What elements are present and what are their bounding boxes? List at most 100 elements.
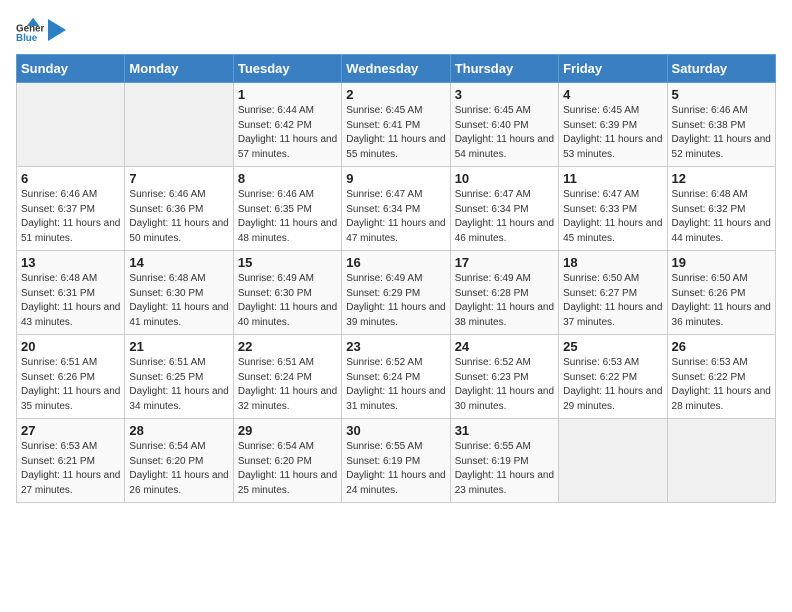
day-number: 21 <box>129 339 228 354</box>
day-number: 29 <box>238 423 337 438</box>
day-info: Sunrise: 6:52 AM Sunset: 6:23 PM Dayligh… <box>455 356 554 414</box>
logo-icon: General Blue <box>16 16 44 44</box>
day-info: Sunrise: 6:54 AM Sunset: 6:20 PM Dayligh… <box>238 440 337 498</box>
day-info: Sunrise: 6:55 AM Sunset: 6:19 PM Dayligh… <box>455 440 554 498</box>
calendar-cell: 3Sunrise: 6:45 AM Sunset: 6:40 PM Daylig… <box>450 83 558 167</box>
logo-text-wrapper <box>48 19 66 41</box>
day-info: Sunrise: 6:48 AM Sunset: 6:32 PM Dayligh… <box>672 188 771 246</box>
day-info: Sunrise: 6:48 AM Sunset: 6:31 PM Dayligh… <box>21 272 120 330</box>
calendar-cell: 23Sunrise: 6:52 AM Sunset: 6:24 PM Dayli… <box>342 335 450 419</box>
calendar-cell: 9 Sunrise: 6:47 AM Sunset: 6:34 PM Daylig… <box>342 167 450 251</box>
day-number: 14 <box>129 255 228 270</box>
day-number: 25 <box>563 339 662 354</box>
day-info: Sunrise: 6:49 AM Sunset: 6:29 PM Dayligh… <box>346 272 445 330</box>
calendar-cell <box>667 419 775 503</box>
calendar-cell <box>125 83 233 167</box>
calendar-cell: 22 Sunrise: 6:51 AM Sunset: 6:24 PM Dayli… <box>233 335 341 419</box>
weekday-header-monday: Monday <box>125 55 233 83</box>
calendar-cell: 6 Sunrise: 6:46 AM Sunset: 6:37 PM Daylig… <box>17 167 125 251</box>
day-number: 18 <box>563 255 662 270</box>
day-info: Sunrise: 6:49 AM Sunset: 6:30 PM Dayligh… <box>238 272 337 330</box>
day-number: 1 <box>238 87 337 102</box>
calendar-cell: 20 Sunrise: 6:51 AM Sunset: 6:26 PM Dayli… <box>17 335 125 419</box>
day-info: Sunrise: 6:50 AM Sunset: 6:27 PM Dayligh… <box>563 272 662 330</box>
calendar-cell: 19 Sunrise: 6:50 AM Sunset: 6:26 PM Dayli… <box>667 251 775 335</box>
day-number: 2 <box>346 87 445 102</box>
day-info: Sunrise: 6:44 AM Sunset: 6:42 PM Dayligh… <box>238 104 337 162</box>
day-info: Sunrise: 6:55 AM Sunset: 6:19 PM Dayligh… <box>346 440 445 498</box>
day-info: Sunrise: 6:45 AM Sunset: 6:40 PM Dayligh… <box>455 104 554 162</box>
week-row-1: 1 Sunrise: 6:44 AM Sunset: 6:42 PM Daylig… <box>17 83 776 167</box>
day-info: Sunrise: 6:49 AM Sunset: 6:28 PM Dayligh… <box>455 272 554 330</box>
calendar-cell: 24 Sunrise: 6:52 AM Sunset: 6:23 PM Dayli… <box>450 335 558 419</box>
calendar-cell: 29 Sunrise: 6:54 AM Sunset: 6:20 PM Dayli… <box>233 419 341 503</box>
weekday-header-friday: Friday <box>559 55 667 83</box>
day-info: Sunrise: 6:46 AM Sunset: 6:37 PM Dayligh… <box>21 188 120 246</box>
calendar-cell: 14 Sunrise: 6:48 AM Sunset: 6:30 PM Dayli… <box>125 251 233 335</box>
calendar-cell: 21 Sunrise: 6:51 AM Sunset: 6:25 PM Dayli… <box>125 335 233 419</box>
day-number: 28 <box>129 423 228 438</box>
day-number: 23 <box>346 339 445 354</box>
day-number: 27 <box>21 423 120 438</box>
day-info: Sunrise: 6:46 AM Sunset: 6:36 PM Dayligh… <box>129 188 228 246</box>
calendar-cell: 30 Sunrise: 6:55 AM Sunset: 6:19 PM Dayli… <box>342 419 450 503</box>
logo: General Blue <box>16 16 66 44</box>
day-info: Sunrise: 6:45 AM Sunset: 6:39 PM Dayligh… <box>563 104 662 162</box>
calendar-cell: 17 Sunrise: 6:49 AM Sunset: 6:28 PM Dayli… <box>450 251 558 335</box>
svg-text:Blue: Blue <box>16 33 38 44</box>
day-number: 24 <box>455 339 554 354</box>
day-number: 9 <box>346 171 445 186</box>
day-number: 5 <box>672 87 771 102</box>
calendar-cell: 16 Sunrise: 6:49 AM Sunset: 6:29 PM Dayli… <box>342 251 450 335</box>
day-number: 22 <box>238 339 337 354</box>
day-info: Sunrise: 6:47 AM Sunset: 6:34 PM Dayligh… <box>455 188 554 246</box>
week-row-4: 20 Sunrise: 6:51 AM Sunset: 6:26 PM Dayli… <box>17 335 776 419</box>
day-info: Sunrise: 6:51 AM Sunset: 6:26 PM Dayligh… <box>21 356 120 414</box>
day-number: 7 <box>129 171 228 186</box>
calendar-cell: 1 Sunrise: 6:44 AM Sunset: 6:42 PM Daylig… <box>233 83 341 167</box>
weekday-header-thursday: Thursday <box>450 55 558 83</box>
weekday-header-wednesday: Wednesday <box>342 55 450 83</box>
calendar-cell: 2Sunrise: 6:45 AM Sunset: 6:41 PM Daylig… <box>342 83 450 167</box>
day-info: Sunrise: 6:53 AM Sunset: 6:22 PM Dayligh… <box>672 356 771 414</box>
calendar-cell: 18 Sunrise: 6:50 AM Sunset: 6:27 PM Dayli… <box>559 251 667 335</box>
day-info: Sunrise: 6:54 AM Sunset: 6:20 PM Dayligh… <box>129 440 228 498</box>
calendar-cell <box>559 419 667 503</box>
week-row-5: 27Sunrise: 6:53 AM Sunset: 6:21 PM Dayli… <box>17 419 776 503</box>
day-number: 15 <box>238 255 337 270</box>
calendar-cell: 4 Sunrise: 6:45 AM Sunset: 6:39 PM Daylig… <box>559 83 667 167</box>
day-info: Sunrise: 6:48 AM Sunset: 6:30 PM Dayligh… <box>129 272 228 330</box>
day-number: 31 <box>455 423 554 438</box>
calendar-cell: 5 Sunrise: 6:46 AM Sunset: 6:38 PM Daylig… <box>667 83 775 167</box>
day-number: 11 <box>563 171 662 186</box>
day-number: 17 <box>455 255 554 270</box>
day-number: 10 <box>455 171 554 186</box>
day-number: 4 <box>563 87 662 102</box>
day-info: Sunrise: 6:47 AM Sunset: 6:33 PM Dayligh… <box>563 188 662 246</box>
day-info: Sunrise: 6:46 AM Sunset: 6:35 PM Dayligh… <box>238 188 337 246</box>
day-info: Sunrise: 6:50 AM Sunset: 6:26 PM Dayligh… <box>672 272 771 330</box>
day-number: 19 <box>672 255 771 270</box>
week-row-3: 13Sunrise: 6:48 AM Sunset: 6:31 PM Dayli… <box>17 251 776 335</box>
day-info: Sunrise: 6:51 AM Sunset: 6:24 PM Dayligh… <box>238 356 337 414</box>
day-number: 8 <box>238 171 337 186</box>
calendar-cell: 11 Sunrise: 6:47 AM Sunset: 6:33 PM Dayli… <box>559 167 667 251</box>
day-number: 16 <box>346 255 445 270</box>
calendar-cell: 10 Sunrise: 6:47 AM Sunset: 6:34 PM Dayli… <box>450 167 558 251</box>
weekday-header-row: SundayMondayTuesdayWednesdayThursdayFrid… <box>17 55 776 83</box>
day-number: 6 <box>21 171 120 186</box>
calendar-cell: 31 Sunrise: 6:55 AM Sunset: 6:19 PM Dayli… <box>450 419 558 503</box>
weekday-header-tuesday: Tuesday <box>233 55 341 83</box>
day-info: Sunrise: 6:51 AM Sunset: 6:25 PM Dayligh… <box>129 356 228 414</box>
calendar-cell <box>17 83 125 167</box>
weekday-header-sunday: Sunday <box>17 55 125 83</box>
day-info: Sunrise: 6:46 AM Sunset: 6:38 PM Dayligh… <box>672 104 771 162</box>
calendar-cell: 15 Sunrise: 6:49 AM Sunset: 6:30 PM Dayli… <box>233 251 341 335</box>
weekday-header-saturday: Saturday <box>667 55 775 83</box>
day-info: Sunrise: 6:47 AM Sunset: 6:34 PM Dayligh… <box>346 188 445 246</box>
calendar-cell: 13Sunrise: 6:48 AM Sunset: 6:31 PM Dayli… <box>17 251 125 335</box>
header: General Blue <box>16 16 776 44</box>
day-number: 30 <box>346 423 445 438</box>
calendar-cell: 12Sunrise: 6:48 AM Sunset: 6:32 PM Dayli… <box>667 167 775 251</box>
day-number: 20 <box>21 339 120 354</box>
